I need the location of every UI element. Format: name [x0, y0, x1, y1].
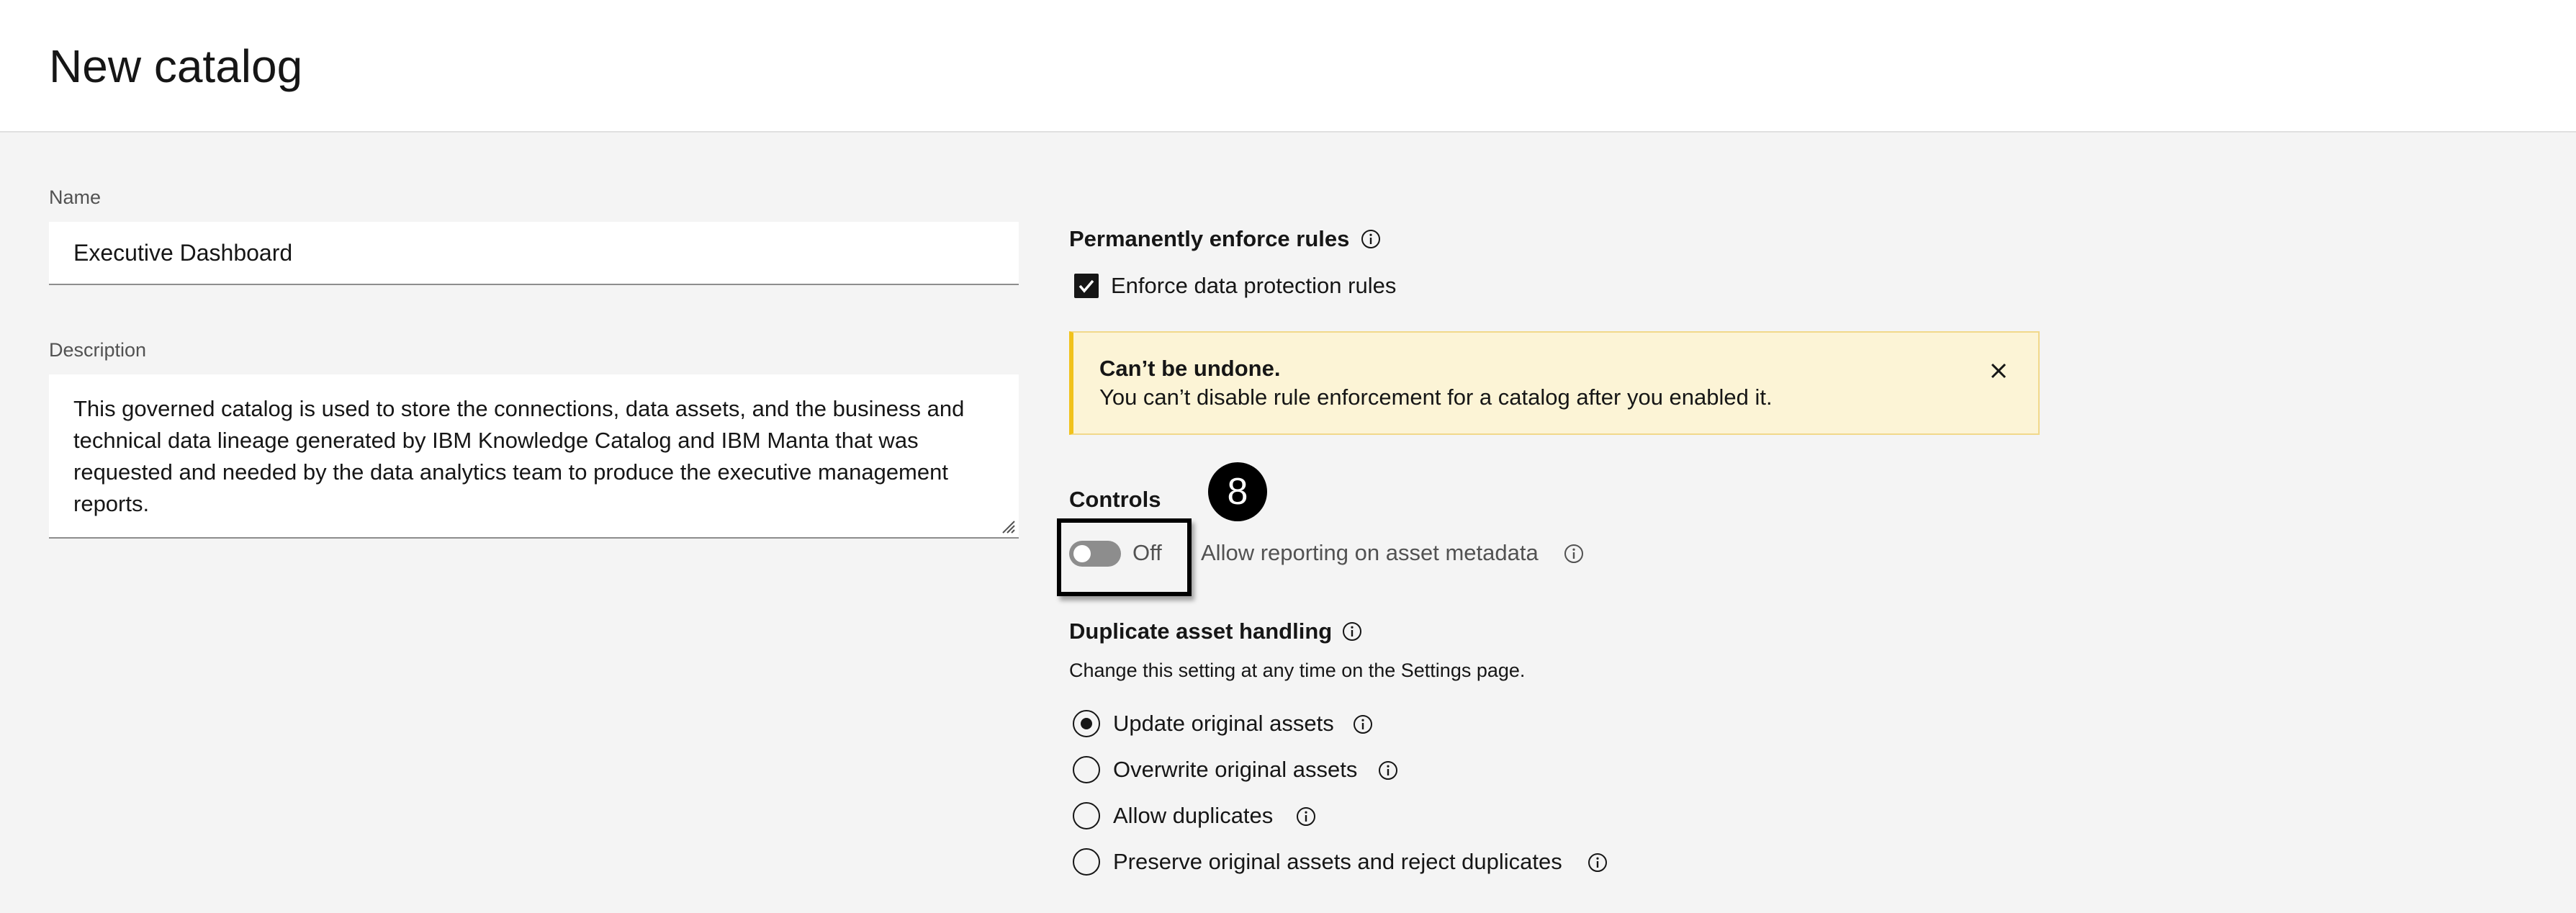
name-label: Name [49, 186, 102, 208]
page-header: New catalog [0, 0, 2576, 132]
duplicate-handling-title: Duplicate asset handling [1069, 619, 1333, 644]
warning-body: You can’t disable rule enforcement for a… [1099, 384, 1773, 410]
radio-overwrite-original[interactable] [1073, 756, 1100, 783]
radio-preserve-original[interactable] [1073, 848, 1100, 876]
radio-label-allow-duplicates: Allow duplicates [1113, 803, 1274, 828]
enforce-rules-info-icon[interactable] [1361, 229, 1381, 249]
description-text: This governed catalog is used to store t… [73, 396, 965, 516]
warning-notification: Can’t be undone. You can’t disable rule … [1069, 331, 2040, 435]
resize-handle-icon[interactable] [1000, 518, 1016, 534]
radio-label-update-original: Update original assets [1113, 711, 1334, 736]
update-original-info-icon[interactable] [1353, 714, 1373, 734]
close-icon[interactable] [1988, 360, 2009, 382]
step-badge: 8 [1208, 462, 1267, 521]
controls-title: Controls [1069, 487, 1161, 512]
radio-allow-duplicates[interactable] [1073, 802, 1100, 829]
description-textarea[interactable]: This governed catalog is used to store t… [49, 374, 1019, 539]
allow-duplicates-info-icon[interactable] [1296, 806, 1316, 827]
name-input[interactable] [49, 222, 1019, 285]
enforce-rules-title: Permanently enforce rules [1069, 226, 1350, 251]
warning-title: Can’t be undone. [1099, 356, 1281, 381]
radio-label-preserve-original: Preserve original assets and reject dupl… [1113, 849, 1562, 874]
description-label: Description [49, 339, 147, 361]
preserve-original-info-icon[interactable] [1588, 853, 1608, 873]
reporting-toggle-label: Allow reporting on asset metadata [1201, 540, 1539, 565]
duplicate-handling-info-icon[interactable] [1342, 621, 1362, 642]
enforce-data-protection-checkbox[interactable] [1074, 274, 1099, 298]
reporting-info-icon[interactable] [1564, 544, 1584, 564]
overwrite-original-info-icon[interactable] [1378, 760, 1398, 781]
duplicate-handling-helper: Change this setting at any time on the S… [1069, 660, 1526, 681]
highlight-box [1057, 518, 1192, 596]
radio-selected-dot [1081, 718, 1092, 729]
page-title: New catalog [49, 40, 303, 92]
enforce-data-protection-label: Enforce data protection rules [1111, 273, 1397, 298]
checkmark-icon [1078, 279, 1094, 293]
radio-label-overwrite-original: Overwrite original assets [1113, 757, 1358, 782]
radio-update-original[interactable] [1073, 710, 1100, 737]
